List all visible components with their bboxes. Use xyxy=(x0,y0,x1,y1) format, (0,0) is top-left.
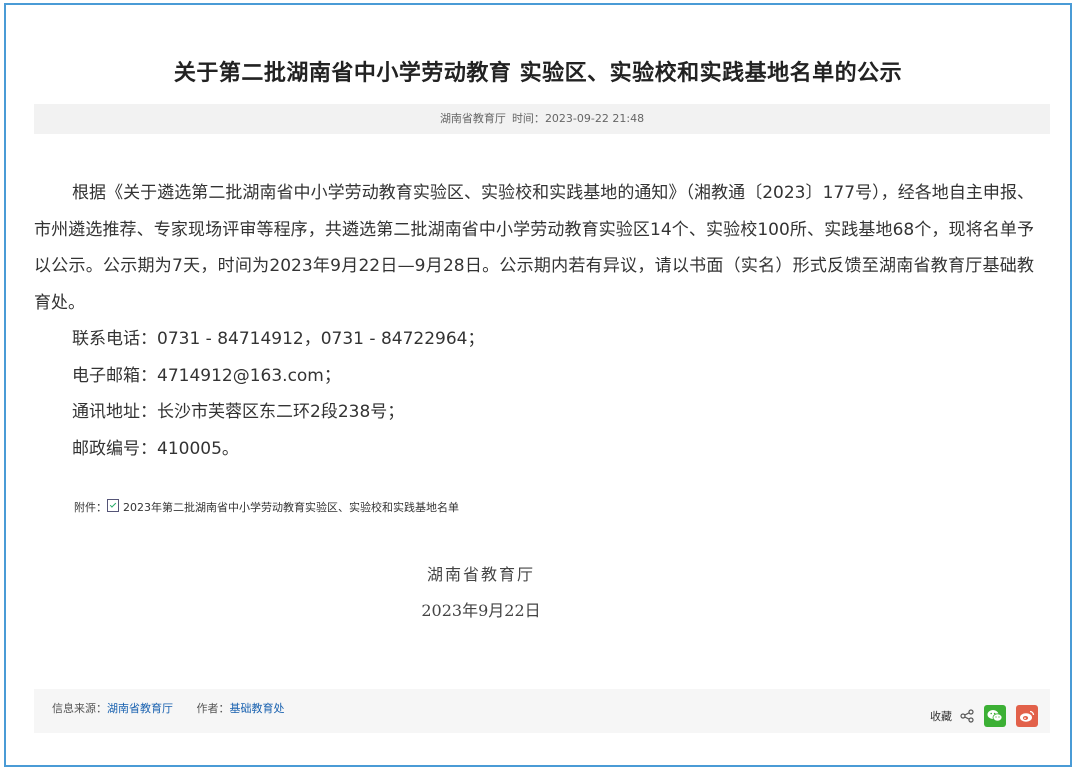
article-footer: 信息来源：湖南省教育厅 作者：基础教育处 收藏 xyxy=(34,689,1050,733)
author-link[interactable]: 基础教育处 xyxy=(230,702,285,715)
share-icon[interactable] xyxy=(960,709,974,723)
article-body: 根据《关于遴选第二批湖南省中小学劳动教育实验区、实验校和实践基地的通知》（湘教通… xyxy=(34,175,1034,467)
publish-time: 2023-09-22 21:48 xyxy=(544,112,645,125)
body-paragraph: 根据《关于遴选第二批湖南省中小学劳动教育实验区、实验校和实践基地的通知》（湘教通… xyxy=(34,183,1034,313)
author-label: 作者： xyxy=(196,702,230,715)
publisher: 湖南省教育厅 xyxy=(439,112,506,125)
attachment: 附件： 2023年第二批湖南省中小学劳动教育实验区、实验校和实践基地名单 xyxy=(74,497,459,519)
contact-postcode: 邮政编号：410005。 xyxy=(72,438,239,459)
signature-date: 2023年9月22日 xyxy=(421,601,541,620)
page-title: 关于第二批湖南省中小学劳动教育 实验区、实验校和实践基地名单的公示 xyxy=(173,61,903,86)
source-label: 信息来源： xyxy=(52,702,107,715)
article-meta: 湖南省教育厅 时间：2023-09-22 21:48 xyxy=(34,104,1050,134)
contact-address: 通讯地址：长沙市芙蓉区东二环2段238号； xyxy=(72,402,405,422)
source-link[interactable]: 湖南省教育厅 xyxy=(107,702,173,715)
attachment-label: 附件： xyxy=(74,501,107,514)
wechat-icon[interactable] xyxy=(984,705,1006,727)
signature-org: 湖南省教育厅 xyxy=(426,565,535,584)
contact-email: 电子邮箱：4714912@163.com； xyxy=(72,365,341,386)
time-label: 时间： xyxy=(511,112,545,125)
document-icon xyxy=(107,499,119,512)
share-bar: 收藏 xyxy=(930,705,1038,727)
favorite-button[interactable]: 收藏 xyxy=(930,708,952,724)
contact-phone: 联系电话：0731 - 84714912，0731 - 84722964； xyxy=(72,329,485,349)
attachment-link[interactable]: 2023年第二批湖南省中小学劳动教育实验区、实验校和实践基地名单 xyxy=(123,501,459,514)
source-info: 信息来源：湖南省教育厅 作者：基础教育处 xyxy=(52,689,285,729)
weibo-icon[interactable] xyxy=(1016,705,1038,727)
article-frame: 关于第二批湖南省中小学劳动教育 实验区、实验校和实践基地名单的公示 湖南省教育厅… xyxy=(4,3,1072,767)
